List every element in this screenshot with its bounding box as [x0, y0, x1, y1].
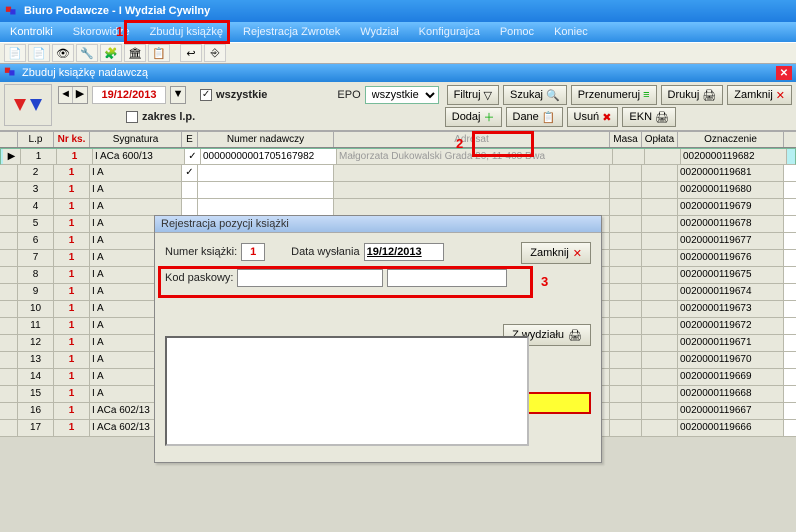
usun-button[interactable]: Usuń✖	[567, 107, 619, 127]
toolbar-btn-3[interactable]: 👁	[52, 44, 74, 62]
col-nrks[interactable]: Nr ks.	[54, 132, 90, 147]
menu-skorowidze[interactable]: Skorowidze	[63, 22, 140, 42]
toolbar-btn-2[interactable]: 📄	[28, 44, 50, 62]
numer-label: Numer książki:	[165, 246, 237, 258]
data-label: Data wysłania	[291, 246, 359, 258]
col-adr[interactable]: Adresat	[334, 132, 610, 147]
epo-label: EPO	[337, 89, 360, 101]
dodaj-button[interactable]: Dodaj＋	[445, 107, 502, 127]
date-field[interactable]: 19/12/2013	[92, 86, 166, 104]
col-ozn[interactable]: Oznaczenie	[678, 132, 784, 147]
menu-zbuduj[interactable]: Zbuduj książkę	[140, 22, 233, 42]
szukaj-button[interactable]: Szukaj🔍	[503, 85, 567, 105]
app-icon	[4, 3, 20, 19]
filter-bar: ◄▶ 19/12/2013 ▼ ✓ wszystkie EPO wszystki…	[0, 82, 796, 131]
filter-left-icons	[4, 84, 52, 126]
popup-yellow-button[interactable]	[519, 392, 591, 414]
data-input[interactable]	[364, 243, 444, 261]
kod-input-2[interactable]	[387, 269, 507, 287]
annotation-num-2: 2	[456, 136, 463, 151]
popup-zamknij-button[interactable]: Zamknij✕	[521, 242, 591, 264]
menu-koniec[interactable]: Koniec	[544, 22, 598, 42]
kod-label: Kod paskowy:	[165, 272, 233, 284]
annotation-num-3: 3	[541, 274, 548, 289]
wszystkie-checkbox[interactable]: ✓	[200, 89, 212, 101]
menu-konfig[interactable]: Konfigurajca	[409, 22, 490, 42]
ekn-button[interactable]: EKN🖨	[622, 107, 676, 127]
toolbar-btn-7[interactable]: 📋	[148, 44, 170, 62]
table-row[interactable]: 21I A✓0020000119681	[0, 165, 796, 182]
annotation-num-1: 1	[116, 24, 123, 39]
toolbar-btn-8[interactable]: ↩	[180, 44, 202, 62]
toolbar-btn-5[interactable]: 🧩	[100, 44, 122, 62]
col-opl[interactable]: Opłata	[642, 132, 678, 147]
toolbar-btn-4[interactable]: 🔧	[76, 44, 98, 62]
date-nav[interactable]: ◄▶	[58, 86, 88, 104]
zakres-label: zakres l.p.	[142, 111, 195, 123]
menu-rejestracja[interactable]: Rejestracja Zwrotek	[233, 22, 350, 42]
toolbar-btn-6[interactable]: 🏛	[124, 44, 146, 62]
toolbar-btn-9[interactable]: ⎆	[204, 44, 226, 62]
main-toolbar: 📄 📄 👁 🔧 🧩 🏛 📋 ↩ ⎆	[0, 42, 796, 64]
wszystkie-label: wszystkie	[216, 89, 267, 101]
subwindow-header: Zbuduj książkę nadawczą ✕	[0, 64, 796, 82]
col-e[interactable]: E	[182, 132, 198, 147]
col-num[interactable]: Numer nadawczy	[198, 132, 334, 147]
drukuj-button[interactable]: Drukuj🖨	[661, 85, 724, 105]
popup-textarea[interactable]	[165, 336, 529, 446]
dane-button[interactable]: Dane📋	[506, 107, 563, 127]
window-title: Biuro Podawcze - I Wydział Cywilny	[24, 5, 210, 17]
table-row[interactable]: 31I A0020000119680	[0, 182, 796, 199]
menu-kontrolki[interactable]: Kontrolki	[0, 22, 63, 42]
register-popup: Rejestracja pozycji książki Numer książk…	[154, 215, 602, 463]
subwindow-icon	[4, 65, 18, 82]
table-row[interactable]: 41I A0020000119679	[0, 199, 796, 216]
title-bar: Biuro Podawcze - I Wydział Cywilny	[0, 0, 796, 22]
filtruj-button[interactable]: Filtruj▽	[447, 85, 499, 105]
close-icon[interactable]: ✕	[776, 66, 792, 80]
col-masa[interactable]: Masa	[610, 132, 642, 147]
toolbar-btn-1[interactable]: 📄	[4, 44, 26, 62]
przenumeruj-button[interactable]: Przenumeruj≡	[571, 85, 657, 105]
date-dropdown[interactable]: ▼	[170, 86, 186, 104]
zamknij-button[interactable]: Zamknij✕	[727, 85, 792, 105]
col-lp[interactable]: L.p	[18, 132, 54, 147]
numer-input[interactable]	[241, 243, 265, 261]
col-syg[interactable]: Sygnatura	[90, 132, 182, 147]
table-row[interactable]: ▶11I ACa 600/13✓00000000001705167982Małg…	[0, 148, 796, 165]
menu-wydzial[interactable]: Wydział	[350, 22, 408, 42]
grid-header: L.p Nr ks. Sygnatura E Numer nadawczy Ad…	[0, 131, 796, 148]
menu-pomoc[interactable]: Pomoc	[490, 22, 544, 42]
kod-input-1[interactable]	[237, 269, 383, 287]
zakres-checkbox[interactable]	[126, 111, 138, 123]
subwindow-title: Zbuduj książkę nadawczą	[22, 67, 148, 79]
epo-select[interactable]: wszystkie	[365, 86, 439, 104]
popup-title: Rejestracja pozycji książki	[155, 216, 601, 233]
